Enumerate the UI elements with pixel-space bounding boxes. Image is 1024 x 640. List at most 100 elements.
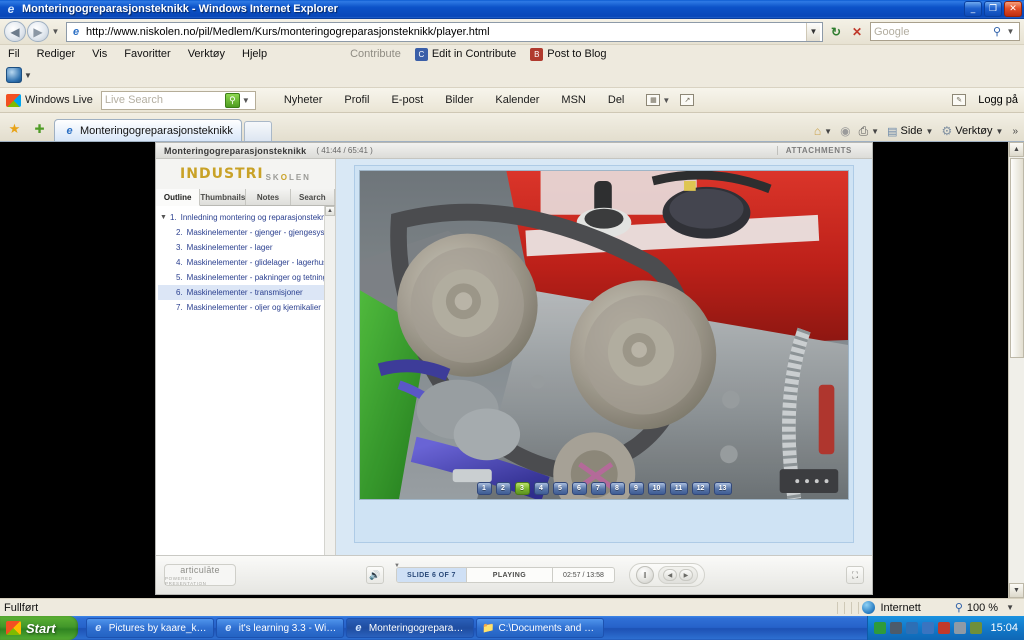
previous-button[interactable]: ◀ [662,569,677,581]
live-link-profil[interactable]: Profil [344,94,369,106]
slide-button-13[interactable]: 13 [713,482,732,495]
expand-toggle-icon[interactable]: ▼ [160,214,167,221]
zoom-control[interactable]: ⚲ 100 % ▼ [955,601,1014,615]
outline-scroll-up-icon[interactable]: ▲ [325,206,335,216]
menu-verktoy[interactable]: Verktøy [188,48,225,60]
toolbar-overflow-icon[interactable]: » [1012,126,1018,137]
contribute-icon[interactable] [6,67,22,83]
slide-button-11[interactable]: 11 [669,482,688,495]
forward-button[interactable]: ▶ [27,21,49,42]
live-link-msn[interactable]: MSN [561,94,585,106]
slide-button-9[interactable]: 9 [628,482,644,495]
print-caret-icon[interactable]: ▼ [871,127,879,136]
tools-menu-caret-icon[interactable]: ▼ [996,127,1004,136]
live-link-kalender[interactable]: Kalender [495,94,539,106]
outline-item-7[interactable]: 7. Maskinelementer - oljer og kjemikalie… [158,300,333,315]
page-scrollbar[interactable]: ▲ ▼ [1008,142,1024,598]
shield-icon[interactable] [874,622,887,634]
display-icon[interactable] [922,622,935,634]
tab-search[interactable]: Search [290,189,336,205]
taskbar-item-explorer[interactable]: 📁 C:\Documents and Se... [476,618,604,638]
slide-button-7[interactable]: 7 [590,482,606,495]
slide-button-1[interactable]: 1 [476,482,492,495]
live-more-caret-icon[interactable]: ▼ [660,96,672,105]
scroll-up-icon[interactable]: ▲ [1009,142,1024,157]
fullscreen-button[interactable]: ⛶ [846,566,864,584]
post-to-blog-button[interactable]: B Post to Blog [530,47,607,61]
slide-button-2[interactable]: 2 [495,482,511,495]
outline-scrollbar[interactable]: ▲ [324,206,335,555]
seek-bar[interactable]: SLIDE 6 OF 7 PLAYING 02:57 / 13:58 [396,567,615,583]
volume-icon[interactable]: 🔊 [366,566,384,584]
tools-menu-button[interactable]: ⚙ Verktøy ▼ [938,121,1006,141]
restore-button[interactable]: ❐ [984,1,1002,17]
refresh-icon[interactable]: ↻ [826,22,846,42]
slide-button-4[interactable]: 4 [533,482,549,495]
minimize-button[interactable]: _ [964,1,982,17]
add-favorite-icon[interactable]: ✚ [31,121,48,137]
page-menu-caret-icon[interactable]: ▼ [926,127,934,136]
live-link-epost[interactable]: E-post [391,94,423,106]
edit-in-contribute-button[interactable]: C Edit in Contribute [414,47,516,61]
search-icon[interactable]: ⚲ [989,23,1005,40]
slide-button-6[interactable]: 6 [571,482,587,495]
network-icon[interactable] [890,622,903,634]
live-link-bilder[interactable]: Bilder [445,94,473,106]
security-icon[interactable] [954,622,967,634]
print-button[interactable]: ⎙ ▼ [856,121,883,141]
search-provider-caret-icon[interactable]: ▼ [1005,27,1016,36]
seek-marker-icon[interactable]: ▼ [394,563,400,569]
outline-item-6[interactable]: 6. Maskinelementer - transmisjoner [158,285,333,300]
slide-button-12[interactable]: 12 [691,482,710,495]
taskbar-item-pictures[interactable]: e Pictures by kaare_ka... [86,618,214,638]
stop-icon[interactable]: ✕ [847,22,867,42]
live-link-del[interactable]: Del [608,94,625,106]
tab-monteringogreparasjonsteknikk[interactable]: e Monteringogreparasjonsteknikk [54,119,242,141]
pause-button[interactable]: ‖ [635,566,654,584]
taskbar-item-montering[interactable]: e Monteringogreparasj... [346,618,474,638]
tab-thumbnails[interactable]: Thumbnails [200,189,247,205]
security-zone[interactable]: Internett ⚲ 100 % ▼ [834,601,1020,614]
next-button[interactable]: ▶ [678,569,693,581]
outline-item-5[interactable]: 5. Maskinelementer - pakninger og tetnin… [158,270,333,285]
live-share-icon[interactable]: ↗ [680,94,695,106]
slide-button-10[interactable]: 10 [647,482,666,495]
clock[interactable]: 15:04 [990,622,1018,634]
tab-outline[interactable]: Outline [156,189,201,206]
home-caret-icon[interactable]: ▼ [824,127,832,136]
tab-notes[interactable]: Notes [246,189,291,205]
search-input[interactable]: Google [874,26,989,38]
menu-fil[interactable]: Fil [8,48,20,60]
page-menu-button[interactable]: ▤ Side ▼ [884,121,936,141]
outline-item-3[interactable]: 3. Maskinelementer - lager [158,240,333,255]
back-button[interactable]: ◀ [4,21,26,42]
live-more-icon[interactable]: ▦ [646,94,661,106]
live-search-box[interactable]: Live Search ⚲ ▼ [100,90,256,110]
home-button[interactable]: ⌂ ▼ [811,121,835,141]
menu-rediger[interactable]: Rediger [37,48,76,60]
messenger-icon[interactable] [938,622,951,634]
menu-favoritter[interactable]: Favoritter [124,48,170,60]
feeds-button[interactable]: ◉ [837,121,853,141]
slide-button-5[interactable]: 5 [552,482,568,495]
favorites-star-icon[interactable]: ★ [6,121,23,137]
live-search-icon[interactable]: ⚲ [224,92,240,108]
outline-item-4[interactable]: 4. Maskinelementer - glidelager - lagerh… [158,255,333,270]
new-tab-button[interactable] [243,121,272,141]
slide-button-8[interactable]: 8 [609,482,625,495]
address-bar[interactable]: e http://www.niskolen.no/pil/Medlem/Kurs… [66,21,823,42]
outline-item-1[interactable]: ▼ 1. Innledning montering og reparasjons… [158,210,333,225]
live-link-nyheter[interactable]: Nyheter [284,94,323,106]
attachments-button[interactable]: ATTACHMENTS [776,146,864,155]
menu-hjelp[interactable]: Hjelp [242,48,267,60]
scrollbar-thumb[interactable] [1009,158,1024,358]
scroll-down-icon[interactable]: ▼ [1009,583,1024,598]
slide-button-3[interactable]: 3 [514,482,530,495]
menu-vis[interactable]: Vis [92,48,107,60]
zoom-caret-icon[interactable]: ▼ [1006,603,1014,612]
taskbar-item-itslearning[interactable]: e it's learning 3.3 - Win... [216,618,344,638]
browser-search-box[interactable]: Google ⚲ ▼ [870,22,1020,41]
history-dropdown-icon[interactable]: ▼ [50,27,61,36]
live-search-input[interactable]: Live Search [105,94,225,106]
address-input[interactable]: http://www.niskolen.no/pil/Medlem/Kurs/m… [86,26,806,38]
